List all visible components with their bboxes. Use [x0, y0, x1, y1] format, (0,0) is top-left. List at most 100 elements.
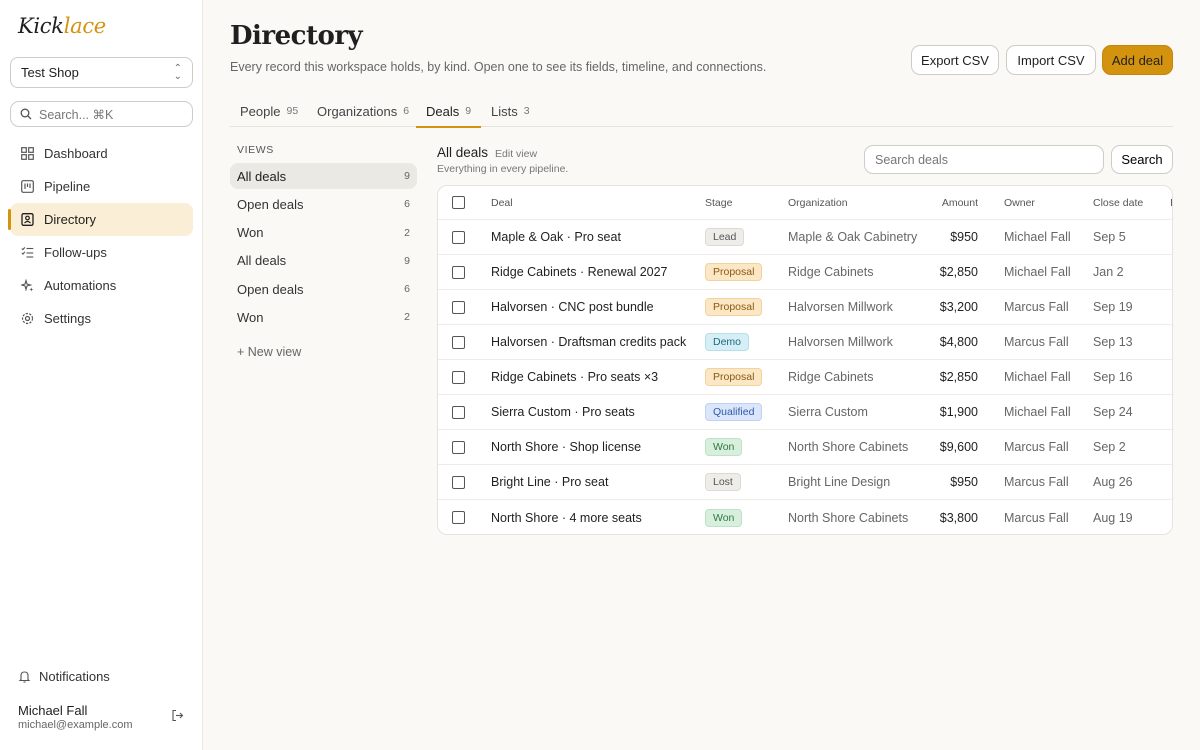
deal-owner: Marcus Fall — [1004, 440, 1069, 454]
deal-amount: $950 — [950, 475, 978, 489]
select-all-checkbox[interactable] — [452, 196, 465, 209]
search-button[interactable]: Search — [1111, 145, 1173, 174]
view-item[interactable]: Won 2 — [230, 304, 417, 330]
tab-label: People — [240, 103, 281, 119]
row-checkbox[interactable] — [452, 300, 465, 314]
deal-owner: Marcus Fall — [1004, 475, 1069, 489]
tab-label: Organizations — [317, 103, 398, 119]
search-deals-input[interactable] — [864, 145, 1104, 174]
nav-label: Pipeline — [44, 179, 91, 194]
nav-label: Follow-ups — [44, 245, 107, 260]
stage-badge: Lost — [705, 473, 741, 491]
user-email: michael@example.com — [18, 719, 133, 731]
list-title-text: All deals — [437, 145, 489, 160]
table-row[interactable]: Sierra Custom · Pro seats Qualified Sierra… — [438, 395, 1172, 430]
deal-amount: $3,800 — [939, 510, 978, 525]
table-row[interactable]: Halvorsen · Draftsman credits pack Demo Ha… — [438, 325, 1172, 360]
row-select-cell — [452, 325, 465, 359]
stage-cell: Proposal — [705, 255, 763, 289]
row-checkbox[interactable] — [452, 405, 465, 419]
row-checkbox[interactable] — [452, 230, 465, 244]
deal-name[interactable]: Sierra Custom · Pro seats — [491, 395, 635, 429]
table-row[interactable]: Ridge Cabinets · Pro seats ×3 Proposal Rid… — [438, 360, 1172, 395]
view-count: 9 — [404, 170, 410, 182]
stage-badge: Won — [705, 438, 743, 456]
tab-deals[interactable]: Deals 9 — [415, 95, 482, 128]
table-row[interactable]: North Shore · Shop license Won North Shore… — [438, 430, 1172, 465]
organization-name[interactable]: Ridge Cabinets — [788, 255, 873, 289]
organization-name[interactable]: North Shore Cabinets — [788, 430, 908, 464]
stage-cell: Qualified — [705, 395, 763, 429]
add-deal-button[interactable]: Add deal — [1102, 45, 1173, 75]
deal-amount: $9,600 — [939, 440, 978, 454]
view-item[interactable]: Open deals 6 — [230, 191, 417, 217]
logout-icon[interactable] — [171, 709, 184, 725]
view-item[interactable]: All deals 9 — [230, 248, 417, 274]
table-row[interactable]: Halvorsen · CNC post bundle Proposal Halvo… — [438, 290, 1172, 325]
tab-people[interactable]: People 95 — [240, 95, 298, 127]
nav-item-settings[interactable]: Settings — [10, 302, 193, 335]
deal-name[interactable]: Halvorsen · Draftsman credits pack — [491, 325, 686, 359]
row-checkbox[interactable] — [452, 265, 465, 279]
edit-view-link[interactable]: Edit view — [495, 148, 537, 160]
workspace-name: Test Shop — [21, 65, 79, 80]
column-header-organization[interactable]: Organization — [788, 186, 848, 219]
workspace-selector[interactable]: Test Shop ⌃ ⌄ — [10, 57, 193, 88]
organization-name[interactable]: Halvorsen Millwork — [788, 325, 893, 359]
view-item[interactable]: All deals 9 — [230, 163, 417, 189]
list-title: All deals Edit view — [437, 145, 537, 160]
row-checkbox[interactable] — [452, 475, 465, 489]
app-logo[interactable]: Kicklace — [18, 14, 106, 38]
global-search-input[interactable]: Search... ⌘K — [10, 101, 193, 127]
row-checkbox[interactable] — [452, 440, 465, 454]
tab-organizations[interactable]: Organizations 6 — [317, 95, 409, 127]
tab-count: 3 — [523, 105, 530, 117]
user-name: Michael Fall — [18, 703, 88, 718]
nav-item-dashboard[interactable]: Dashboard — [10, 137, 193, 170]
table-row[interactable]: North Shore · 4 more seats Won North Shore… — [438, 500, 1172, 534]
nav-label: Settings — [44, 311, 91, 326]
column-header-amount[interactable]: Amount — [942, 186, 978, 219]
column-header-close-date[interactable]: Close date — [1093, 186, 1143, 219]
deal-amount: $1,900 — [939, 405, 978, 419]
table-row[interactable]: Maple & Oak · Pro seat Lead Maple & Oak Ca… — [438, 220, 1172, 255]
tab-lists[interactable]: Lists 3 — [491, 95, 530, 127]
nav-item-pipeline[interactable]: Pipeline — [10, 170, 193, 203]
global-search-placeholder: Search... ⌘K — [39, 107, 114, 122]
view-item[interactable]: Open deals 6 — [230, 276, 417, 302]
row-checkbox[interactable] — [452, 511, 465, 524]
deal-name[interactable]: Bright Line · Pro seat — [491, 465, 608, 499]
deal-name[interactable]: Ridge Cabinets · Pro seats ×3 — [491, 360, 658, 394]
column-header-deal[interactable]: Deal — [491, 186, 513, 219]
notifications-link[interactable]: Notifications — [18, 669, 110, 684]
stage-badge: Won — [705, 508, 743, 527]
organization-name[interactable]: Bright Line Design — [788, 465, 890, 499]
table-row[interactable]: Ridge Cabinets · Renewal 2027 Proposal Rid… — [438, 255, 1172, 290]
row-checkbox[interactable] — [452, 335, 465, 349]
column-header-truncated[interactable]: I — [1170, 186, 1172, 219]
organization-name[interactable]: Halvorsen Millwork — [788, 290, 893, 324]
nav-item-follow-ups[interactable]: Follow-ups — [10, 236, 193, 269]
organization-name[interactable]: Maple & Oak Cabinetry — [788, 220, 917, 254]
deal-name[interactable]: Halvorsen · CNC post bundle — [491, 290, 654, 324]
nav-item-automations[interactable]: Automations — [10, 269, 193, 302]
deal-name[interactable]: North Shore · 4 more seats — [491, 500, 642, 534]
import-csv-button[interactable]: Import CSV — [1006, 45, 1096, 75]
table-row[interactable]: Bright Line · Pro seat Lost Bright Line De… — [438, 465, 1172, 500]
nav-item-directory[interactable]: Directory — [8, 203, 193, 236]
column-header-owner[interactable]: Owner — [1004, 186, 1035, 219]
tab-count: 9 — [465, 105, 472, 117]
view-count: 2 — [404, 226, 410, 239]
export-csv-button[interactable]: Export CSV — [911, 45, 999, 75]
deal-name[interactable]: Maple & Oak · Pro seat — [491, 220, 621, 254]
column-header-stage[interactable]: Stage — [705, 186, 732, 219]
organization-name[interactable]: Sierra Custom — [788, 395, 868, 429]
deal-name[interactable]: North Shore · Shop license — [491, 430, 641, 464]
organization-name[interactable]: North Shore Cabinets — [788, 500, 908, 534]
row-checkbox[interactable] — [452, 370, 465, 384]
organization-name[interactable]: Ridge Cabinets — [788, 360, 873, 394]
deal-name[interactable]: Ridge Cabinets · Renewal 2027 — [491, 255, 668, 289]
view-item[interactable]: Won 2 — [230, 220, 417, 246]
new-view-button[interactable]: + New view — [237, 345, 301, 359]
tab-count: 95 — [286, 105, 299, 117]
